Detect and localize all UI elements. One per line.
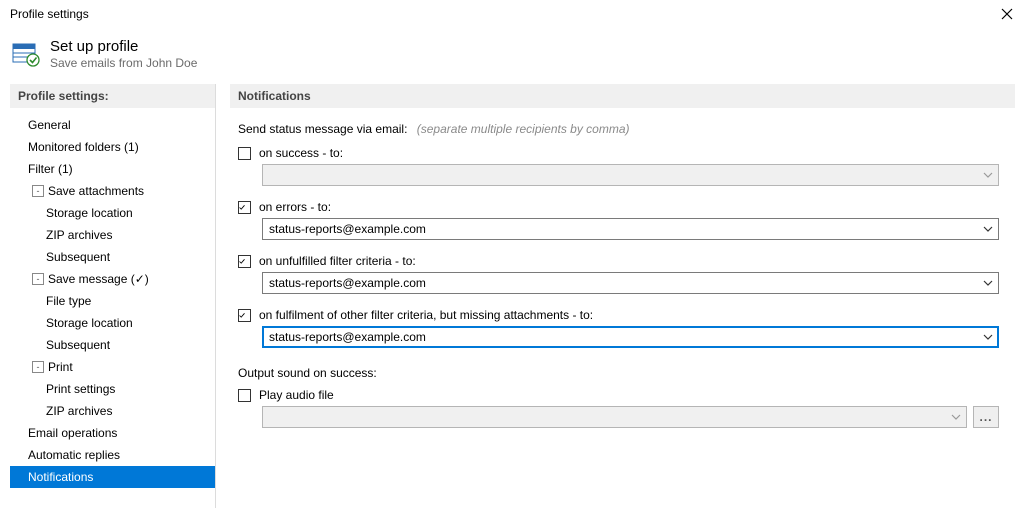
main-title: Notifications — [230, 84, 1015, 108]
sidebar-item-label: Storage location — [46, 316, 133, 330]
row-play-audio: Play audio file — [238, 388, 999, 402]
label-on-errors: on errors - to: — [259, 200, 331, 214]
sidebar-item-label: ZIP archives — [46, 228, 112, 242]
row-on-missing-attachments: on fulfilment of other filter criteria, … — [238, 308, 999, 322]
chevron-down-icon[interactable] — [978, 219, 998, 239]
sidebar-tree: General Monitored folders (1) Filter (1)… — [10, 108, 215, 508]
chevron-down-icon[interactable] — [978, 327, 998, 347]
sidebar: Profile settings: General Monitored fold… — [10, 84, 216, 508]
sidebar-item-zip-archives-1[interactable]: ZIP archives — [10, 224, 215, 246]
chevron-down-icon[interactable] — [978, 273, 998, 293]
label-play-audio: Play audio file — [259, 388, 334, 402]
lead-label: Send status message via email: — [238, 122, 407, 136]
input-on-unfulfilled[interactable] — [262, 272, 999, 294]
collapse-icon[interactable]: - — [32, 361, 44, 373]
label-on-missing-attachments: on fulfilment of other filter criteria, … — [259, 308, 593, 322]
checkbox-play-audio[interactable] — [238, 389, 251, 402]
sidebar-item-storage-location-1[interactable]: Storage location — [10, 202, 215, 224]
header-title: Set up profile — [50, 38, 197, 56]
sidebar-item-save-attachments[interactable]: -Save attachments — [10, 180, 215, 202]
sidebar-item-label: Subsequent — [46, 250, 110, 264]
sidebar-item-label: Monitored folders (1) — [28, 140, 139, 154]
sidebar-item-label: Filter (1) — [28, 162, 73, 176]
sidebar-item-label: ZIP archives — [46, 404, 112, 418]
combo-on-errors[interactable] — [262, 218, 999, 240]
sound-heading: Output sound on success: — [238, 366, 999, 380]
collapse-icon[interactable]: - — [32, 273, 44, 285]
checkbox-on-success[interactable] — [238, 147, 251, 160]
main-panel: Notifications Send status message via em… — [230, 84, 1015, 508]
sidebar-item-automatic-replies[interactable]: Automatic replies — [10, 444, 215, 466]
sidebar-item-monitored-folders[interactable]: Monitored folders (1) — [10, 136, 215, 158]
browse-button[interactable]: ... — [973, 406, 999, 428]
sidebar-item-label: General — [28, 118, 71, 132]
sidebar-title: Profile settings: — [10, 84, 215, 108]
row-on-errors: on errors - to: — [238, 200, 999, 214]
row-audio-file: ... — [262, 406, 999, 428]
lead-hint: (separate multiple recipients by comma) — [417, 122, 630, 136]
window-title: Profile settings — [10, 7, 89, 21]
sidebar-item-label: Print settings — [46, 382, 115, 396]
combo-on-missing-attachments[interactable] — [262, 326, 999, 348]
sidebar-item-print-settings[interactable]: Print settings — [10, 378, 215, 400]
row-on-success: on success - to: — [238, 146, 999, 160]
input-on-errors[interactable] — [262, 218, 999, 240]
combo-audio-file — [262, 406, 967, 428]
dialog-header: Set up profile Save emails from John Doe — [0, 28, 1025, 76]
titlebar: Profile settings — [0, 0, 1025, 28]
label-on-success: on success - to: — [259, 146, 343, 160]
sidebar-item-print[interactable]: -Print — [10, 356, 215, 378]
sidebar-item-save-message[interactable]: -Save message (✓) — [10, 268, 215, 290]
sidebar-item-label: File type — [46, 294, 91, 308]
sidebar-item-subsequent-1[interactable]: Subsequent — [10, 246, 215, 268]
input-on-success — [262, 164, 999, 186]
close-icon[interactable] — [997, 4, 1017, 24]
sidebar-item-general[interactable]: General — [10, 114, 215, 136]
chevron-down-icon — [978, 165, 998, 185]
sidebar-item-label: Automatic replies — [28, 448, 120, 462]
sidebar-item-storage-location-2[interactable]: Storage location — [10, 312, 215, 334]
sidebar-item-label: Print — [48, 360, 73, 374]
sidebar-item-zip-archives-2[interactable]: ZIP archives — [10, 400, 215, 422]
sidebar-item-label: Email operations — [28, 426, 117, 440]
checkbox-on-unfulfilled[interactable] — [238, 255, 251, 268]
header-subtitle: Save emails from John Doe — [50, 56, 197, 70]
lead-row: Send status message via email: (separate… — [238, 122, 999, 136]
checkbox-on-errors[interactable] — [238, 201, 251, 214]
sidebar-item-label: Save attachments — [48, 184, 144, 198]
profile-icon — [12, 40, 40, 68]
sidebar-item-email-operations[interactable]: Email operations — [10, 422, 215, 444]
sidebar-item-file-type[interactable]: File type — [10, 290, 215, 312]
sidebar-item-notifications[interactable]: Notifications — [10, 466, 215, 488]
sidebar-item-label: Storage location — [46, 206, 133, 220]
sidebar-item-label: Notifications — [28, 470, 93, 484]
sidebar-item-filter[interactable]: Filter (1) — [10, 158, 215, 180]
collapse-icon[interactable]: - — [32, 185, 44, 197]
sidebar-item-label: Save message (✓) — [48, 272, 149, 286]
combo-on-unfulfilled[interactable] — [262, 272, 999, 294]
input-audio-file — [262, 406, 967, 428]
sidebar-item-subsequent-2[interactable]: Subsequent — [10, 334, 215, 356]
chevron-down-icon — [946, 407, 966, 427]
label-on-unfulfilled: on unfulfilled filter criteria - to: — [259, 254, 416, 268]
input-on-missing-attachments[interactable] — [262, 326, 999, 348]
sidebar-item-label: Subsequent — [46, 338, 110, 352]
checkbox-on-missing-attachments[interactable] — [238, 309, 251, 322]
combo-on-success — [262, 164, 999, 186]
row-on-unfulfilled: on unfulfilled filter criteria - to: — [238, 254, 999, 268]
